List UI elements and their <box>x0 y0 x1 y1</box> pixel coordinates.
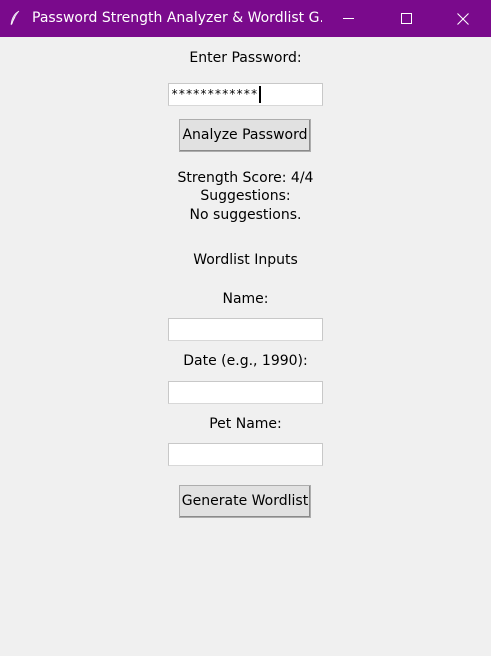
password-label: Enter Password: <box>189 50 302 66</box>
suggestions-label: Suggestions: <box>200 188 291 204</box>
date-label: Date (e.g., 1990): <box>183 353 308 369</box>
minimize-button[interactable] <box>319 0 377 37</box>
analyze-password-button[interactable]: Analyze Password <box>179 119 311 152</box>
close-button[interactable] <box>434 0 491 37</box>
title-bar[interactable]: Password Strength Analyzer & Wordlist G.… <box>0 0 491 37</box>
strength-score: Strength Score: 4/4 <box>177 170 314 186</box>
wordlist-heading: Wordlist Inputs <box>193 252 298 268</box>
maximize-icon <box>400 13 412 24</box>
pet-name-input[interactable] <box>168 443 323 466</box>
password-value: ************ <box>171 87 258 101</box>
password-input[interactable]: ************ <box>168 83 323 106</box>
name-label: Name: <box>222 291 269 307</box>
suggestions-text: No suggestions. <box>189 207 302 223</box>
date-input[interactable] <box>168 381 323 404</box>
app-window: Password Strength Analyzer & Wordlist G.… <box>0 0 491 656</box>
window-title: Password Strength Analyzer & Wordlist G.… <box>32 10 322 26</box>
pet-name-label: Pet Name: <box>209 416 282 432</box>
maximize-button[interactable] <box>377 0 435 37</box>
text-caret <box>258 86 261 103</box>
name-input[interactable] <box>168 318 323 341</box>
feather-icon <box>9 10 21 26</box>
generate-wordlist-button[interactable]: Generate Wordlist <box>179 485 311 518</box>
minimize-icon <box>342 13 354 24</box>
close-icon <box>457 12 469 25</box>
